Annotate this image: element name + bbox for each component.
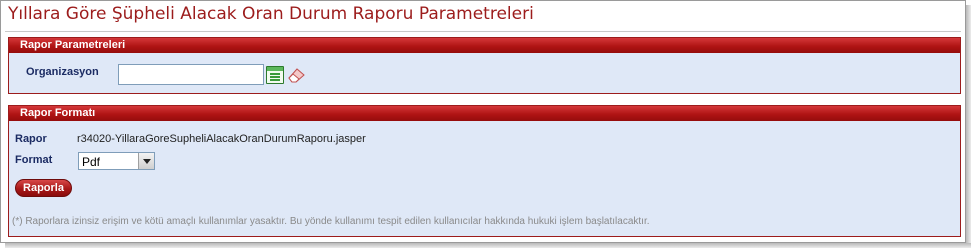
window-shadow-right xyxy=(966,5,971,248)
format-panel: Rapor Formatı Rapor r34020-YillaraGoreSu… xyxy=(8,105,961,237)
organizasyon-label: Organizasyon xyxy=(26,66,99,78)
format-panel-header: Rapor Formatı xyxy=(9,106,960,121)
eraser-icon[interactable] xyxy=(288,67,306,83)
list-select-icon[interactable] xyxy=(266,66,284,84)
disclaimer-text: (*) Raporlara izinsiz erişim ve kötü ama… xyxy=(12,216,650,227)
format-select[interactable]: Pdf xyxy=(78,152,155,170)
organizasyon-input[interactable] xyxy=(118,64,264,85)
parameters-panel: Rapor Parametreleri Organizasyon xyxy=(8,37,961,94)
chevron-down-icon[interactable] xyxy=(138,153,154,169)
rapor-label: Rapor xyxy=(15,133,47,145)
report-window: Yıllara Göre Şüpheli Alacak Oran Durum R… xyxy=(0,0,966,243)
format-select-value: Pdf xyxy=(82,155,101,169)
format-label: Format xyxy=(15,154,53,166)
parameters-panel-header: Rapor Parametreleri xyxy=(9,38,960,53)
title-divider xyxy=(5,31,961,32)
window-shadow-bottom xyxy=(5,243,971,248)
page-title: Yıllara Göre Şüpheli Alacak Oran Durum R… xyxy=(8,4,534,24)
raporla-button[interactable]: Raporla xyxy=(15,179,72,197)
rapor-file-name: r34020-YillaraGoreSupheliAlacakOranDurum… xyxy=(77,133,366,145)
